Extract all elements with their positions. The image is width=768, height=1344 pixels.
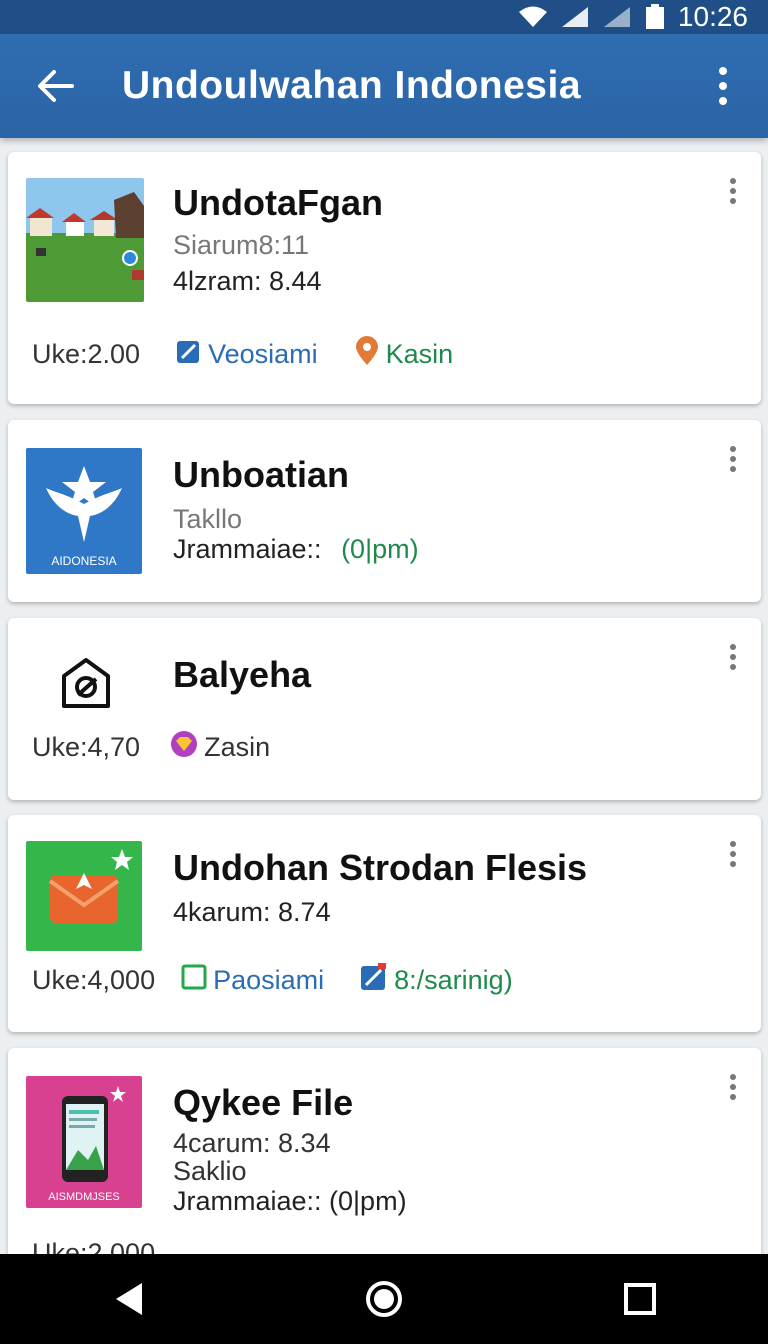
system-nav-bar xyxy=(0,1254,768,1344)
home-circle-icon[interactable] xyxy=(354,1269,414,1329)
gem-icon xyxy=(170,730,198,765)
item-tag-gem[interactable]: Zasin xyxy=(170,730,270,765)
item-more-icon[interactable] xyxy=(721,839,745,869)
item-more-icon[interactable] xyxy=(721,176,745,206)
item-title: Unboatian xyxy=(173,454,349,495)
item-tag-location[interactable]: Kasin xyxy=(354,336,453,373)
item-uke: Uke:2.00 xyxy=(32,339,141,369)
item-tag-check[interactable]: Paosiami xyxy=(181,964,324,997)
signal-icon: G xyxy=(560,5,590,29)
more-vertical-icon[interactable] xyxy=(706,66,740,106)
item-tag-edit[interactable]: 8:/sarinig) xyxy=(360,963,513,998)
item-meta: 4karum: 8.74 xyxy=(173,897,331,927)
item-title: Undohan Strodan Flesis xyxy=(173,847,588,888)
wifi-icon xyxy=(518,5,548,29)
phone-app-thumbnail: AISMDMJSES xyxy=(26,1076,142,1208)
list-item[interactable]: UndotaFgan Siarum8:11 4lzram: 8.44 Uke:2… xyxy=(8,152,761,404)
item-meta: 4lzram: 8.44 xyxy=(173,266,322,296)
status-bar: G 10:26 xyxy=(0,0,768,34)
arrow-left-icon[interactable] xyxy=(36,66,76,106)
item-footer: Uke:4,000 Paosiami 8:/sarinig) xyxy=(32,963,549,998)
thumb-label: AISMDMJSES xyxy=(48,1191,120,1203)
square-outline-icon xyxy=(181,964,207,997)
item-more-icon[interactable] xyxy=(721,444,745,474)
item-footer: Uke:2,000 xyxy=(32,1238,191,1254)
item-footer: Uke:4,70 Zasin xyxy=(32,730,306,765)
item-more-icon[interactable] xyxy=(721,1072,745,1102)
battery-icon xyxy=(644,4,666,30)
edit-icon xyxy=(176,338,202,371)
recents-square-icon[interactable] xyxy=(610,1269,670,1329)
thumb-label: AIDONESIA xyxy=(51,554,116,568)
list-item[interactable]: AISMDMJSES Qykee File 4carum: 8.34 Sakli… xyxy=(8,1048,761,1254)
item-footer: Uke:2.00 Veosiami Kasin xyxy=(32,336,489,373)
list-item[interactable]: Balyeha Uke:4,70 Zasin xyxy=(8,618,761,800)
village-photo-thumbnail xyxy=(26,178,144,302)
status-time: 10:26 xyxy=(677,1,748,32)
item-meta-secondary: Siarum8:11 xyxy=(173,230,310,260)
item-meta: Jrammaiae:: (0|pm) xyxy=(173,534,419,564)
home-settings-icon xyxy=(58,656,114,712)
item-meta-3: Jrammaiae:: (0|pm) xyxy=(173,1186,407,1216)
svg-text:G: G xyxy=(566,9,574,20)
item-uke: Uke:4,70 xyxy=(32,732,141,762)
item-more-icon[interactable] xyxy=(721,642,745,672)
indonesia-logo-thumbnail: AIDONESIA xyxy=(26,448,142,574)
map-pin-icon xyxy=(354,336,380,373)
item-tag-edit[interactable]: Veosiami xyxy=(176,338,318,371)
item-meta-secondary: Takllo xyxy=(173,504,243,534)
mail-app-thumbnail xyxy=(26,841,142,951)
list-item[interactable]: AIDONESIA Unboatian Takllo Jrammaiae:: (… xyxy=(8,420,761,602)
item-uke: Uke:4,000 xyxy=(32,965,156,995)
item-meta: 4carum: 8.34 xyxy=(173,1128,331,1158)
page-title: Undoulwahan Indonesia xyxy=(122,64,582,107)
app-bar: Undoulwahan Indonesia xyxy=(0,34,768,138)
item-title: Qykee File xyxy=(173,1082,354,1123)
item-title: Balyeha xyxy=(173,654,312,695)
item-meta-2: Saklio xyxy=(173,1156,247,1186)
item-title: UndotaFgan xyxy=(173,182,383,223)
edit-icon xyxy=(360,963,388,998)
list-item[interactable]: Undohan Strodan Flesis 4karum: 8.74 Uke:… xyxy=(8,815,761,1032)
signal-icon-2 xyxy=(602,5,632,29)
back-triangle-icon[interactable] xyxy=(98,1269,158,1329)
item-list: UndotaFgan Siarum8:11 4lzram: 8.44 Uke:2… xyxy=(0,150,768,1254)
item-uke: Uke:2,000 xyxy=(32,1238,156,1254)
